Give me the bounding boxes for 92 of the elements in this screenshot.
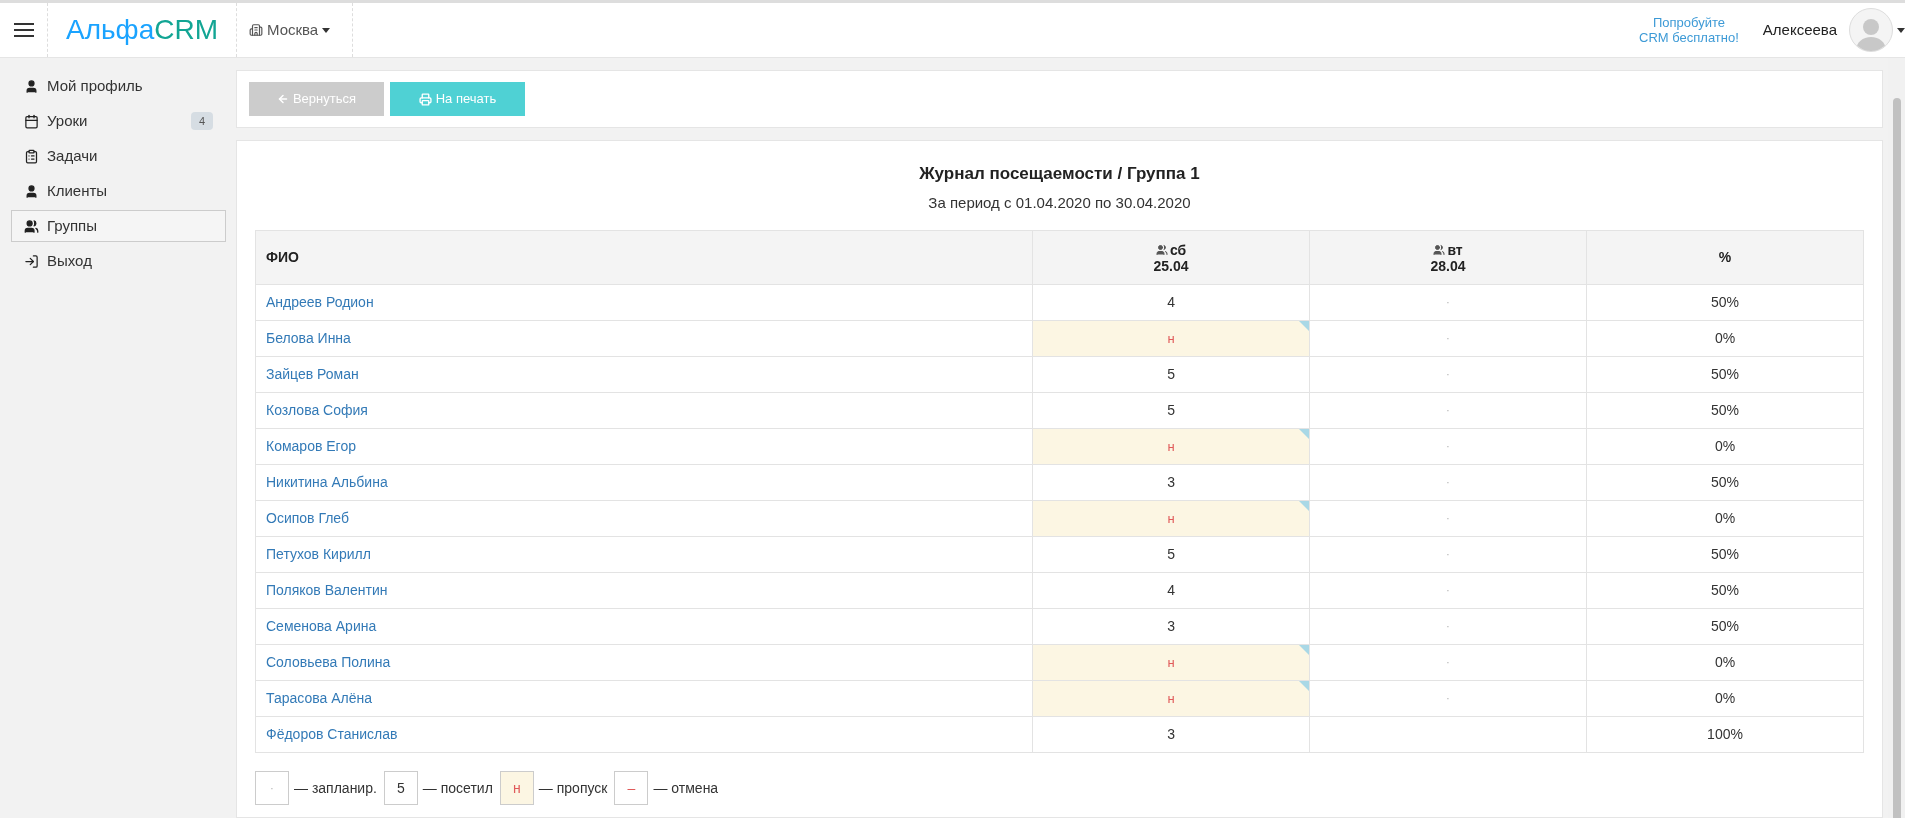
attendance-cell[interactable]: · xyxy=(1309,572,1587,609)
weekday: сб xyxy=(1169,241,1187,258)
printer-icon xyxy=(418,92,432,106)
percent-cell: 0% xyxy=(1586,644,1864,681)
attendance-cell[interactable]: · xyxy=(1309,464,1587,501)
student-name-link[interactable]: Семенова Арина xyxy=(255,608,1033,645)
promo-link[interactable]: Попробуйте CRM бесплатно! xyxy=(1639,15,1739,45)
person-icon xyxy=(24,78,39,94)
people-icon xyxy=(1433,243,1446,256)
attendance-cell[interactable]: н xyxy=(1032,644,1310,681)
people-icon xyxy=(1155,243,1168,256)
branch-dropdown[interactable]: Москва xyxy=(237,3,353,57)
attendance-cell[interactable]: · xyxy=(1309,320,1587,357)
building-icon xyxy=(249,23,263,37)
lesson-date: 25.04 xyxy=(1153,257,1189,274)
student-name-link[interactable]: Никитина Альбина xyxy=(255,464,1033,501)
legend-swatch: – xyxy=(614,771,649,805)
journal-period: За период с 01.04.2020 по 30.04.2020 xyxy=(927,192,1192,213)
attendance-cell[interactable]: н xyxy=(1032,320,1310,357)
student-name-link[interactable]: Петухов Кирилл xyxy=(255,536,1033,573)
legend-swatch: 5 xyxy=(383,771,418,805)
attendance-cell[interactable]: 3 xyxy=(1032,716,1310,753)
attendance-cell[interactable]: 4 xyxy=(1032,284,1310,321)
attendance-cell[interactable]: 5 xyxy=(1032,536,1310,573)
attendance-cell[interactable]: 5 xyxy=(1032,356,1310,393)
sidebar-item[interactable]: Мой профиль xyxy=(11,70,226,102)
attendance-cell[interactable]: · xyxy=(1309,500,1587,537)
sidebar-item[interactable]: Задачи xyxy=(11,140,226,172)
people-icon xyxy=(24,218,39,234)
student-name-link[interactable]: Комаров Егор xyxy=(255,428,1033,465)
percent-cell: 50% xyxy=(1586,356,1864,393)
percent-cell: 0% xyxy=(1586,320,1864,357)
caret-icon xyxy=(322,27,331,33)
student-name-link[interactable]: Зайцев Роман xyxy=(255,356,1033,393)
attendance-cell[interactable]: 5 xyxy=(1032,392,1310,429)
student-name-link[interactable]: Поляков Валентин xyxy=(255,572,1033,609)
student-name-link[interactable]: Козлова София xyxy=(255,392,1033,429)
exit-icon xyxy=(24,253,39,269)
calendar-icon xyxy=(24,113,39,129)
student-name-link[interactable]: Фёдоров Станислав xyxy=(255,716,1033,753)
percent-cell: 50% xyxy=(1586,536,1864,573)
person-icon xyxy=(24,183,39,199)
logo[interactable]: АльфаCRM xyxy=(66,9,218,51)
legend-label: — пропуск xyxy=(538,778,608,798)
student-name-link[interactable]: Андреев Родион xyxy=(255,284,1033,321)
clipboard-icon xyxy=(24,148,39,164)
attendance-cell[interactable]: · xyxy=(1309,644,1587,681)
attendance-cell[interactable]: · xyxy=(1309,428,1587,465)
student-name-link[interactable]: Осипов Глеб xyxy=(255,500,1033,537)
column-header: ФИО xyxy=(255,230,1033,285)
caret-icon[interactable] xyxy=(1897,27,1905,33)
student-name-link[interactable]: Белова Инна xyxy=(255,320,1033,357)
percent-cell: 50% xyxy=(1586,464,1864,501)
attendance-cell[interactable]: н xyxy=(1032,500,1310,537)
student-name-link[interactable]: Соловьева Полина xyxy=(255,644,1033,681)
attendance-cell[interactable]: · xyxy=(1309,680,1587,717)
legend-label: — отмена xyxy=(653,778,719,798)
arrow-left-icon xyxy=(276,93,289,105)
student-name-link[interactable]: Тарасова Алёна xyxy=(255,680,1033,717)
attendance-cell[interactable]: 3 xyxy=(1032,464,1310,501)
sidebar-item[interactable]: Уроки 4 xyxy=(11,105,226,137)
percent-cell: 50% xyxy=(1586,392,1864,429)
attendance-cell[interactable]: · xyxy=(1309,392,1587,429)
lesson-date: 28.04 xyxy=(1430,257,1466,274)
legend-swatch: · xyxy=(255,771,289,805)
attendance-cell[interactable]: · xyxy=(1309,608,1587,645)
percent-cell: 0% xyxy=(1586,428,1864,465)
legend-label: — посетил xyxy=(422,778,493,798)
menu-icon xyxy=(13,22,34,38)
attendance-cell[interactable]: · xyxy=(1309,536,1587,573)
percent-cell: 0% xyxy=(1586,680,1864,717)
percent-cell: 50% xyxy=(1586,572,1864,609)
sidebar-item[interactable]: Выход xyxy=(11,245,226,277)
weekday: вт xyxy=(1447,241,1463,258)
legend-label: — запланир. xyxy=(294,778,377,798)
percent-cell: 0% xyxy=(1586,500,1864,537)
attendance-cell[interactable]: 4 xyxy=(1032,572,1310,609)
attendance-cell[interactable]: н xyxy=(1032,680,1310,717)
attendance-cell[interactable]: · xyxy=(1309,356,1587,393)
attendance-cell[interactable]: н xyxy=(1032,428,1310,465)
attendance-cell[interactable]: 3 xyxy=(1032,608,1310,645)
journal-title: Журнал посещаемости / Группа 1 xyxy=(918,163,1201,185)
sidebar-item[interactable]: Группы xyxy=(11,210,226,242)
column-header: % xyxy=(1586,230,1864,285)
percent-cell: 50% xyxy=(1586,284,1864,321)
attendance-cell[interactable]: · xyxy=(1309,284,1587,321)
percent-cell: 50% xyxy=(1586,608,1864,645)
percent-cell: 100% xyxy=(1586,716,1864,753)
count-badge: 4 xyxy=(190,111,213,131)
sidebar-item[interactable]: Клиенты xyxy=(11,175,226,207)
user-name[interactable]: Алексеева xyxy=(1762,18,1837,42)
legend-swatch: н xyxy=(499,771,534,805)
